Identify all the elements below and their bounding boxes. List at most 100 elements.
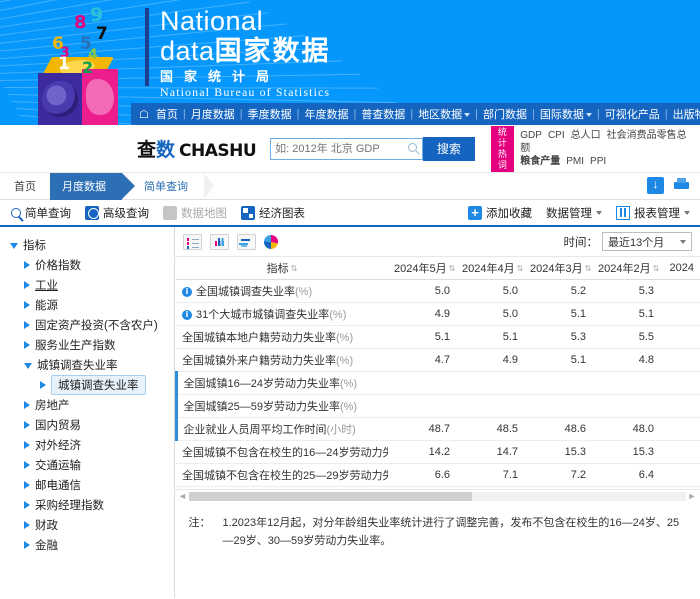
nav-item-0[interactable]: 首页 xyxy=(152,106,182,122)
indicator-name-cell[interactable]: 全国城镇外来户籍劳动力失业率(%) xyxy=(176,348,388,371)
table-row[interactable]: 企业就业人员周平均工作时间(小时)48.748.548.648.0 xyxy=(176,417,700,440)
info-icon[interactable]: i xyxy=(182,287,192,297)
sidebar-item-10[interactable]: 交通运输 xyxy=(10,455,174,475)
download-icon[interactable] xyxy=(647,177,664,194)
nav-item-3[interactable]: 年度数据 xyxy=(300,106,352,122)
sidebar-item-7[interactable]: 房地产 xyxy=(10,395,174,415)
hot-keywords: 统 计 热 词 GDPCPI总人口社会消费品零售总额 粮食产量PMIPPI xyxy=(491,126,700,172)
column-header-0[interactable]: 指标⇅ xyxy=(176,257,388,279)
nav-item-8[interactable]: 可视化产品 xyxy=(601,106,664,122)
main-navigation[interactable]: ☖ 首页|月度数据|季度数据|年度数据|普查数据|地区数据|部门数据|国际数据|… xyxy=(131,103,700,125)
info-icon[interactable]: i xyxy=(182,310,192,320)
hot-keyword[interactable]: CPI xyxy=(548,130,565,141)
sidebar-item-8[interactable]: 国内贸易 xyxy=(10,415,174,435)
sidebar-item-0[interactable]: 价格指数 xyxy=(10,255,174,275)
indicator-name-cell[interactable]: 企业就业人员周平均工作时间(小时) xyxy=(176,417,388,440)
table-row[interactable]: 全国城镇外来户籍劳动力失业率(%)4.74.95.14.8 xyxy=(176,348,700,371)
report-manage-menu[interactable]: 报表管理 xyxy=(616,205,690,221)
sidebar-item-2[interactable]: 能源 xyxy=(10,295,174,315)
table-row[interactable]: 全国城镇不包含在校生的16—24岁劳动力失业率(%)14.214.715.315… xyxy=(176,440,700,463)
nav-item-9[interactable]: 出版物 xyxy=(669,106,700,122)
tab-monthly-data[interactable]: 月度数据 xyxy=(50,173,122,200)
scrollbar-track[interactable] xyxy=(189,492,687,501)
column-header-4[interactable]: 2024年2月⇅ xyxy=(592,257,660,279)
column-header-2[interactable]: 2024年4月⇅ xyxy=(456,257,524,279)
nav-item-4[interactable]: 普查数据 xyxy=(357,106,409,122)
data-map-button[interactable]: 数据地图 xyxy=(163,205,227,221)
hot-keyword[interactable]: GDP xyxy=(520,130,542,141)
scrollbar-thumb[interactable] xyxy=(189,492,473,501)
column-header-5[interactable]: 2024 xyxy=(660,257,700,279)
search-button[interactable]: 搜索 xyxy=(423,137,474,161)
scroll-left-icon[interactable]: ◄ xyxy=(177,491,189,501)
sort-icon[interactable]: ⇅ xyxy=(653,265,660,273)
data-cell xyxy=(660,371,700,394)
indicator-name-cell[interactable]: 全国城镇25—59岁劳动力失业率(%) xyxy=(176,394,388,417)
table-row[interactable]: 全国城镇本地户籍劳动力失业率(%)5.15.15.35.5 xyxy=(176,325,700,348)
breadcrumb-home[interactable]: 首页 xyxy=(0,178,50,194)
sidebar-item-6[interactable]: 城镇调查失业率 xyxy=(10,375,174,395)
hot-keyword[interactable]: 粮食产量 xyxy=(520,156,560,167)
simple-query-button[interactable]: 简单查询 xyxy=(10,205,71,221)
sidebar-item-3[interactable]: 固定资产投资(不含农户) xyxy=(10,315,174,335)
nav-item-7[interactable]: 国际数据 xyxy=(536,106,596,122)
indicator-name-cell[interactable]: 全国城镇不包含在校生的30—59岁劳动力失业率(%) xyxy=(176,486,388,489)
sidebar-item-label: 工业 xyxy=(35,277,58,293)
time-range-dropdown[interactable]: 最近13个月 xyxy=(602,232,692,251)
horizontal-scrollbar[interactable]: ◄ ► xyxy=(175,489,700,502)
sidebar-item-14[interactable]: 金融 xyxy=(10,535,174,555)
sort-icon[interactable]: ⇅ xyxy=(449,265,456,273)
tab-simple-query[interactable]: 简单查询 xyxy=(122,173,204,200)
indicator-name-cell[interactable]: 全国城镇本地户籍劳动力失业率(%) xyxy=(176,325,388,348)
sidebar-item-11[interactable]: 邮电通信 xyxy=(10,475,174,495)
sidebar-item-13[interactable]: 财政 xyxy=(10,515,174,535)
sidebar-item-1[interactable]: 工业 xyxy=(10,275,174,295)
table-row[interactable]: 全国城镇25—59岁劳动力失业率(%) xyxy=(176,394,700,417)
tree-root-indicators[interactable]: 指标 xyxy=(10,235,174,255)
chevron-down-icon xyxy=(24,363,32,369)
hot-keyword[interactable]: PPI xyxy=(590,156,606,167)
add-favorite-button[interactable]: 添加收藏 xyxy=(468,205,532,221)
time-selector[interactable]: 时间： 最近13个月 xyxy=(564,232,693,251)
pie-chart-icon[interactable] xyxy=(264,235,279,250)
indicator-name-cell[interactable]: 全国城镇16—24岁劳动力失业率(%) xyxy=(176,371,388,394)
search-box[interactable] xyxy=(270,138,423,160)
print-icon[interactable] xyxy=(673,177,690,194)
brand-block: National data国家数据 国家统计局 National Bureau … xyxy=(160,6,331,99)
data-manage-menu[interactable]: 数据管理 xyxy=(546,205,602,221)
advanced-query-button[interactable]: 高级查询 xyxy=(85,205,149,221)
chashu-logo[interactable]: 查 数 CHASHU xyxy=(137,135,256,162)
sort-icon[interactable]: ⇅ xyxy=(291,265,298,273)
sidebar-item-9[interactable]: 对外经济 xyxy=(10,435,174,455)
table-row[interactable]: 全国城镇16—24岁劳动力失业率(%) xyxy=(176,371,700,394)
column-header-3[interactable]: 2024年3月⇅ xyxy=(524,257,592,279)
table-row[interactable]: 全国城镇不包含在校生的25—29岁劳动力失业率(%)6.67.17.26.4 xyxy=(176,463,700,486)
sidebar-item-12[interactable]: 采购经理指数 xyxy=(10,495,174,515)
sidebar-item-4[interactable]: 服务业生产指数 xyxy=(10,335,174,355)
table-row[interactable]: i全国城镇调查失业率(%)5.05.05.25.3 xyxy=(176,279,700,302)
scroll-right-icon[interactable]: ► xyxy=(686,491,698,501)
table-row[interactable]: i31个大城市城镇调查失业率(%)4.95.05.15.1 xyxy=(176,302,700,325)
nav-item-6[interactable]: 部门数据 xyxy=(479,106,531,122)
indicator-name-cell[interactable]: 全国城镇不包含在校生的16—24岁劳动力失业率(%) xyxy=(176,440,388,463)
data-cell xyxy=(456,371,524,394)
bar-chart-icon[interactable] xyxy=(210,234,229,250)
horizontal-bar-chart-icon[interactable] xyxy=(237,234,256,250)
nav-item-1[interactable]: 月度数据 xyxy=(187,106,239,122)
hot-keyword[interactable]: 社会消费品零售总额 xyxy=(520,130,686,154)
indicator-name-cell[interactable]: i31个大城市城镇调查失业率(%) xyxy=(176,302,388,325)
economic-chart-button[interactable]: 经济图表 xyxy=(241,205,305,221)
search-input[interactable] xyxy=(271,139,403,159)
hot-keyword[interactable]: 总人口 xyxy=(571,130,601,141)
nav-item-2[interactable]: 季度数据 xyxy=(244,106,296,122)
hot-keyword[interactable]: PMI xyxy=(566,156,584,167)
indicator-name-cell[interactable]: i全国城镇调查失业率(%) xyxy=(176,279,388,302)
indicator-name-cell[interactable]: 全国城镇不包含在校生的25—29岁劳动力失业率(%) xyxy=(176,463,388,486)
sidebar-item-5[interactable]: 城镇调查失业率 xyxy=(10,355,174,375)
sort-icon[interactable]: ⇅ xyxy=(585,265,592,273)
sort-icon[interactable]: ⇅ xyxy=(517,265,524,273)
brand-line-nbs-cn: 国家统计局 xyxy=(160,69,331,85)
list-view-icon[interactable] xyxy=(183,234,202,250)
column-header-1[interactable]: 2024年5月⇅ xyxy=(388,257,456,279)
nav-item-5[interactable]: 地区数据 xyxy=(414,106,474,122)
